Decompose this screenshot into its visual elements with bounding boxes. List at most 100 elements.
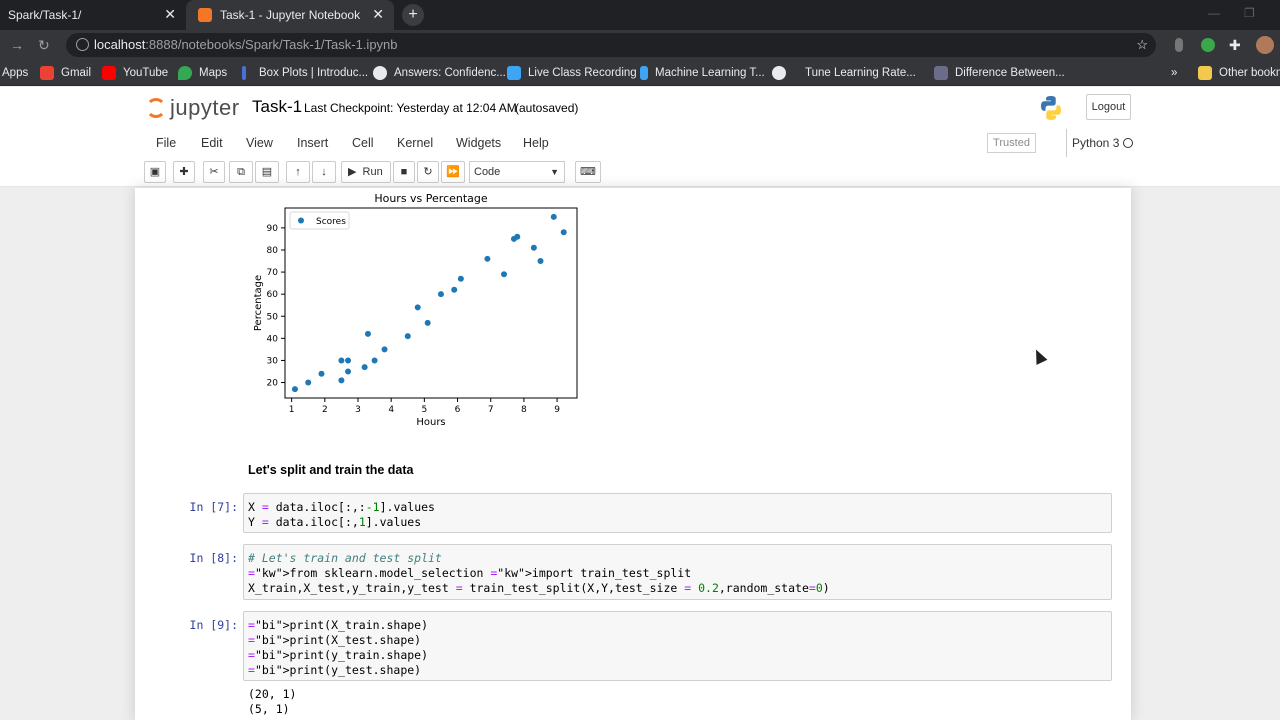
markdown-cell[interactable]: Let's split and train the data — [248, 463, 414, 477]
y-tick-label: 20 — [267, 379, 279, 389]
cell-type-select[interactable]: Code ▼ — [469, 161, 565, 183]
bookmark-label: Answers: Confidenc... — [394, 67, 506, 79]
y-tick-label: 80 — [267, 246, 279, 256]
browser-tab-active[interactable]: Task-1 - Jupyter Notebook ✕ — [186, 0, 394, 30]
run-button[interactable]: ▶ Run — [341, 161, 391, 183]
extensions-puzzle-icon[interactable]: ✚ — [1229, 37, 1241, 53]
x-tick-label: 9 — [554, 405, 560, 415]
bookmark-star-icon[interactable]: ☆ — [1136, 33, 1148, 57]
bookmarks-bar: Apps Gmail YouTube Maps Box Plots | Intr… — [0, 60, 1280, 86]
jupyter-favicon-icon — [198, 8, 212, 22]
y-tick-label: 40 — [267, 334, 279, 344]
data-point — [381, 346, 388, 353]
bookmark-youtube[interactable]: YouTube — [102, 60, 168, 86]
kernel-name[interactable]: Python 3 — [1066, 129, 1119, 157]
data-point — [318, 370, 325, 377]
notebook-name[interactable]: Task-1 — [252, 97, 302, 117]
restart-run-all-button[interactable]: ⏩ — [441, 161, 465, 183]
insert-cell-button[interactable]: ✚ — [173, 161, 195, 183]
jupyter-logo[interactable]: jupyter — [146, 95, 240, 121]
gmail-icon — [40, 66, 54, 80]
data-point — [501, 271, 507, 278]
copy-icon: ⧉ — [237, 166, 245, 178]
close-tab-icon[interactable]: ✕ — [164, 7, 176, 21]
x-tick-label: 4 — [388, 405, 394, 415]
x-axis-label: Hours — [416, 417, 445, 428]
input-prompt: In [9]: — [189, 618, 238, 632]
paste-button[interactable]: ▤ — [255, 161, 279, 183]
menu-bar: File Edit View Insert Cell Kernel Widget… — [0, 129, 1280, 157]
data-point — [414, 304, 421, 311]
copy-button[interactable]: ⧉ — [229, 161, 253, 183]
menu-help[interactable]: Help — [523, 129, 549, 157]
bookmark-difference[interactable]: Difference Between... — [934, 60, 1065, 86]
code-cell-9[interactable]: ="bi">print(X_train.shape) ="bi">print(X… — [243, 611, 1112, 681]
reload-icon[interactable]: ↻ — [38, 37, 50, 53]
forward-icon[interactable]: → — [10, 37, 24, 53]
restart-icon: ↻ — [423, 166, 433, 178]
url-field[interactable]: localhost:8888/notebooks/Spark/Task-1/Ta… — [66, 33, 1156, 57]
scatter-chart: Hours vs Percentage 1 2 3 4 5 6 7 8 9 20 30 40 50 60 70… — [253, 192, 578, 428]
bookmark-other[interactable]: Other bookm — [1198, 60, 1280, 86]
interrupt-button[interactable]: ■ — [393, 161, 415, 183]
x-tick-label: 7 — [488, 405, 494, 415]
code-comment: # Let's train and test split — [248, 551, 442, 565]
logout-button[interactable]: Logout — [1086, 94, 1131, 120]
data-point — [338, 377, 345, 384]
menu-edit[interactable]: Edit — [201, 129, 223, 157]
bookmark-tune-lr[interactable]: Tune Learning Rate... — [772, 60, 916, 86]
menu-view[interactable]: View — [246, 129, 273, 157]
move-down-button[interactable]: ↓ — [312, 161, 336, 183]
cut-button[interactable]: ✂ — [203, 161, 225, 183]
trusted-indicator[interactable]: Trusted — [987, 133, 1036, 153]
restart-button[interactable]: ↻ — [417, 161, 439, 183]
bookmark-box-plots[interactable]: Box Plots | Introduc... — [242, 60, 368, 86]
bookmark-favicon-icon — [242, 66, 246, 80]
info-icon[interactable] — [76, 38, 89, 51]
menu-kernel[interactable]: Kernel — [397, 129, 433, 157]
menu-widgets[interactable]: Widgets — [456, 129, 501, 157]
data-point — [484, 255, 491, 262]
maximize-icon[interactable]: ❐ — [1244, 6, 1255, 20]
extension-icon[interactable] — [1175, 38, 1183, 52]
bookmark-gmail[interactable]: Gmail — [40, 60, 91, 86]
x-tick-label: 1 — [289, 405, 295, 415]
plot-frame — [284, 207, 578, 399]
code-text: ="bi">print(y_train.shape) — [248, 648, 429, 662]
menu-cell[interactable]: Cell — [352, 129, 374, 157]
bookmark-live-class[interactable]: Live Class Recording — [507, 60, 637, 86]
address-bar: → ↻ localhost:8888/notebooks/Spark/Task-… — [0, 30, 1280, 60]
play-icon: ▶ — [348, 166, 357, 178]
more-bookmarks-button[interactable]: » — [1171, 60, 1177, 86]
code-cell-7[interactable]: X = data.iloc[:,:-1].values Y = data.ilo… — [243, 493, 1112, 533]
menu-file[interactable]: File — [156, 129, 176, 157]
data-point — [537, 258, 544, 265]
bookmark-ml[interactable]: Machine Learning T... — [640, 60, 765, 86]
bookmark-answers[interactable]: Answers: Confidenc... — [373, 60, 506, 86]
move-up-button[interactable]: ↑ — [286, 161, 310, 183]
browser-tab[interactable]: Spark/Task-1/ ✕ — [0, 0, 186, 30]
command-palette-button[interactable]: ⌨ — [575, 161, 601, 183]
code-cell-8[interactable]: # Let's train and test split ="kw">from … — [243, 544, 1112, 600]
close-tab-icon[interactable]: ✕ — [372, 7, 384, 21]
url-path: :8888/notebooks/Spark/Task-1/Task-1.ipyn… — [145, 37, 398, 52]
y-tick-label: 70 — [267, 268, 279, 278]
data-point — [371, 357, 378, 364]
bookmark-maps[interactable]: Maps — [178, 60, 227, 86]
save-button[interactable]: ▣ — [144, 161, 166, 183]
profile-avatar[interactable] — [1256, 36, 1274, 54]
new-tab-button[interactable]: + — [402, 4, 424, 26]
code-line: ="kw">from sklearn.model_selection ="kw"… — [248, 566, 691, 580]
globe-icon — [373, 66, 387, 80]
keyboard-icon: ⌨ — [580, 166, 596, 178]
scatter-plot-output: Hours vs Percentage 1 2 3 4 5 6 7 8 9 20 30 40 50 60 70… — [240, 188, 585, 436]
minimize-icon[interactable]: — — [1208, 6, 1220, 20]
maps-pin-icon — [178, 66, 192, 80]
url-host: localhost — [94, 37, 146, 52]
tab-title: Spark/Task-1/ — [8, 8, 82, 22]
menu-insert[interactable]: Insert — [297, 129, 328, 157]
extension-icon[interactable] — [1201, 38, 1215, 52]
data-point — [514, 233, 521, 240]
bookmark-apps[interactable]: Apps — [2, 60, 28, 86]
y-tick-label: 90 — [267, 224, 279, 234]
